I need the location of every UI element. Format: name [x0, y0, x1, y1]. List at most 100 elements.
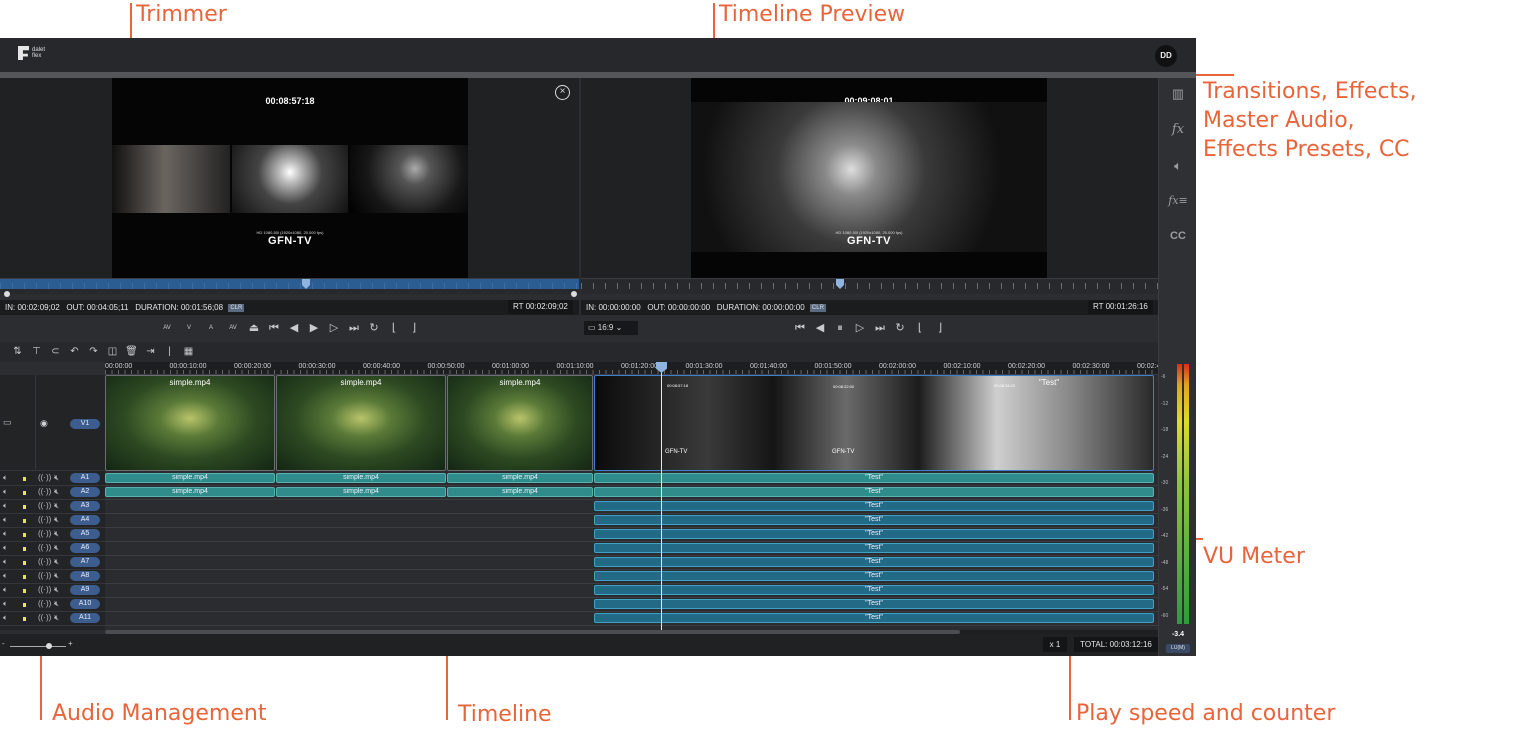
- mark-in-icon[interactable]: ⌊: [384, 320, 404, 336]
- grid-icon[interactable]: ▦: [179, 342, 198, 362]
- track-name-a8[interactable]: A8: [70, 571, 100, 581]
- solo-icon[interactable]: ((·)): [38, 585, 51, 594]
- audio-clip-test[interactable]: "Test": [594, 515, 1154, 525]
- track-name-v1[interactable]: V1: [70, 419, 100, 429]
- visibility-eye-icon[interactable]: ◉: [40, 418, 48, 429]
- speaker-icon[interactable]: 🔈︎: [3, 529, 8, 539]
- audio-clip-simple[interactable]: simple.mp4: [105, 473, 275, 483]
- undo-icon[interactable]: ↶: [65, 342, 84, 362]
- trimmer-close-icon[interactable]: ×: [555, 85, 570, 100]
- play-speed[interactable]: x 1: [1043, 637, 1067, 652]
- video-clip-2[interactable]: simple.mp4: [276, 375, 446, 471]
- overwrite-av-button[interactable]: AV: [222, 325, 244, 331]
- speaker-icon[interactable]: 🔈︎: [3, 473, 8, 483]
- solo-icon[interactable]: ((·)): [38, 487, 51, 496]
- mute-icon[interactable]: 🔇︎: [54, 529, 59, 539]
- effects-presets-icon[interactable]: fx≡: [1159, 194, 1196, 207]
- preview-scrubber[interactable]: [581, 278, 1158, 294]
- preview-step-forward-icon[interactable]: ▷: [850, 320, 870, 336]
- speaker-icon[interactable]: 🔈︎: [3, 543, 8, 553]
- video-clip-3[interactable]: simple.mp4: [447, 375, 593, 471]
- zoom-out-button[interactable]: -: [2, 639, 5, 648]
- dalet-flex-logo[interactable]: dalet flex: [18, 46, 52, 60]
- preview-loop-icon[interactable]: ↻: [890, 320, 910, 336]
- track-name-a7[interactable]: A7: [70, 557, 100, 567]
- insert-av-button[interactable]: AV: [156, 325, 178, 331]
- audio-clip-test[interactable]: "Test": [594, 487, 1154, 497]
- track-name-a10[interactable]: A10: [70, 599, 100, 609]
- audio-clip-simple[interactable]: simple.mp4: [276, 487, 446, 497]
- insert-v-button[interactable]: V: [178, 325, 200, 331]
- audio-clip-test[interactable]: "Test": [594, 473, 1154, 483]
- lift-icon[interactable]: ⏏: [244, 320, 264, 336]
- solo-icon[interactable]: ((·)): [38, 473, 51, 482]
- audio-clip-simple[interactable]: simple.mp4: [447, 487, 593, 497]
- speaker-icon[interactable]: 🔈︎: [3, 599, 8, 609]
- speaker-icon[interactable]: 🔈︎: [3, 571, 8, 581]
- timeline-zoom-slider[interactable]: - +: [2, 639, 77, 650]
- transitions-icon[interactable]: ▥: [1159, 86, 1196, 102]
- preview-skip-start-icon[interactable]: ⏮: [790, 320, 810, 336]
- video-clip-1[interactable]: simple.mp4: [105, 375, 275, 471]
- audio-clip-test[interactable]: "Test": [594, 571, 1154, 581]
- audio-clip-test[interactable]: "Test": [594, 613, 1154, 623]
- mute-icon[interactable]: 🔇︎: [54, 613, 59, 623]
- preview-mark-out-icon[interactable]: ⌋: [930, 320, 950, 336]
- solo-icon[interactable]: ((·)): [38, 571, 51, 580]
- mute-icon[interactable]: 🔇︎: [54, 515, 59, 525]
- solo-icon[interactable]: ((·)): [38, 557, 51, 566]
- track-name-a5[interactable]: A5: [70, 529, 100, 539]
- vu-meter-unit[interactable]: LU(M): [1166, 644, 1190, 653]
- track-name-a2[interactable]: A2: [70, 487, 100, 497]
- speaker-icon[interactable]: 🔈︎: [3, 501, 8, 511]
- step-forward-icon[interactable]: ▷: [324, 320, 344, 336]
- zoom-in-button[interactable]: +: [68, 639, 73, 648]
- mute-icon[interactable]: 🔇︎: [54, 599, 59, 609]
- insert-a-button[interactable]: A: [200, 325, 222, 331]
- master-audio-icon[interactable]: 🔈︎: [1159, 158, 1196, 174]
- speaker-icon[interactable]: 🔈︎: [3, 515, 8, 525]
- go-to-end-icon[interactable]: ⇥: [141, 342, 160, 362]
- timeline-ruler[interactable]: 00:00:00 00:00:10:00 00:00:20:00 00:00:30:0…: [105, 362, 1158, 375]
- skip-start-icon[interactable]: ⏮: [264, 320, 284, 336]
- preview-step-back-icon[interactable]: ◀: [810, 320, 830, 336]
- mute-icon[interactable]: 🔇︎: [54, 571, 59, 581]
- mute-icon[interactable]: 🔇︎: [54, 543, 59, 553]
- magnet-icon[interactable]: ⊂: [46, 342, 65, 362]
- aspect-ratio-select[interactable]: ▭ 16:9 ⌄: [584, 321, 638, 335]
- audio-clip-test[interactable]: "Test": [594, 599, 1154, 609]
- speaker-icon[interactable]: 🔈︎: [3, 557, 8, 567]
- ripple-icon[interactable]: ⊤: [27, 342, 46, 362]
- solo-icon[interactable]: ((·)): [38, 543, 51, 552]
- timeline-lanes[interactable]: simple.mp4 simple.mp4 simple.mp4 "Test" …: [105, 375, 1158, 630]
- solo-icon[interactable]: ((·)): [38, 515, 51, 524]
- track-name-a1[interactable]: A1: [70, 473, 100, 483]
- redo-icon[interactable]: ↷: [84, 342, 103, 362]
- effects-icon[interactable]: fx: [1159, 122, 1196, 137]
- pause-icon[interactable]: ⏸: [830, 320, 850, 336]
- preview-skip-end-icon[interactable]: ⏭: [870, 320, 890, 336]
- subtitle-icon[interactable]: ▭: [3, 417, 12, 428]
- split-icon[interactable]: ◫: [103, 342, 122, 362]
- audio-clip-test[interactable]: "Test": [594, 557, 1154, 567]
- audio-clip-simple[interactable]: simple.mp4: [276, 473, 446, 483]
- speaker-icon[interactable]: 🔈︎: [3, 487, 8, 497]
- trimmer-out-handle[interactable]: [571, 291, 577, 297]
- track-name-a9[interactable]: A9: [70, 585, 100, 595]
- mute-icon[interactable]: 🔇︎: [54, 585, 59, 595]
- solo-icon[interactable]: ((·)): [38, 529, 51, 538]
- speaker-icon[interactable]: 🔈︎: [3, 613, 8, 623]
- track-name-a4[interactable]: A4: [70, 515, 100, 525]
- closed-captions-icon[interactable]: CC: [1159, 230, 1196, 242]
- audio-clip-simple[interactable]: simple.mp4: [105, 487, 275, 497]
- timeline-playhead[interactable]: [661, 362, 662, 630]
- audio-clip-test[interactable]: "Test": [594, 543, 1154, 553]
- skip-end-icon[interactable]: ⏭: [344, 320, 364, 336]
- track-name-a6[interactable]: A6: [70, 543, 100, 553]
- audio-clip-test[interactable]: "Test": [594, 501, 1154, 511]
- audio-clip-test[interactable]: "Test": [594, 585, 1154, 595]
- zoom-handle[interactable]: [46, 643, 52, 649]
- solo-icon[interactable]: ((·)): [38, 613, 51, 622]
- audio-clip-test[interactable]: "Test": [594, 529, 1154, 539]
- preview-mark-in-icon[interactable]: ⌊: [910, 320, 930, 336]
